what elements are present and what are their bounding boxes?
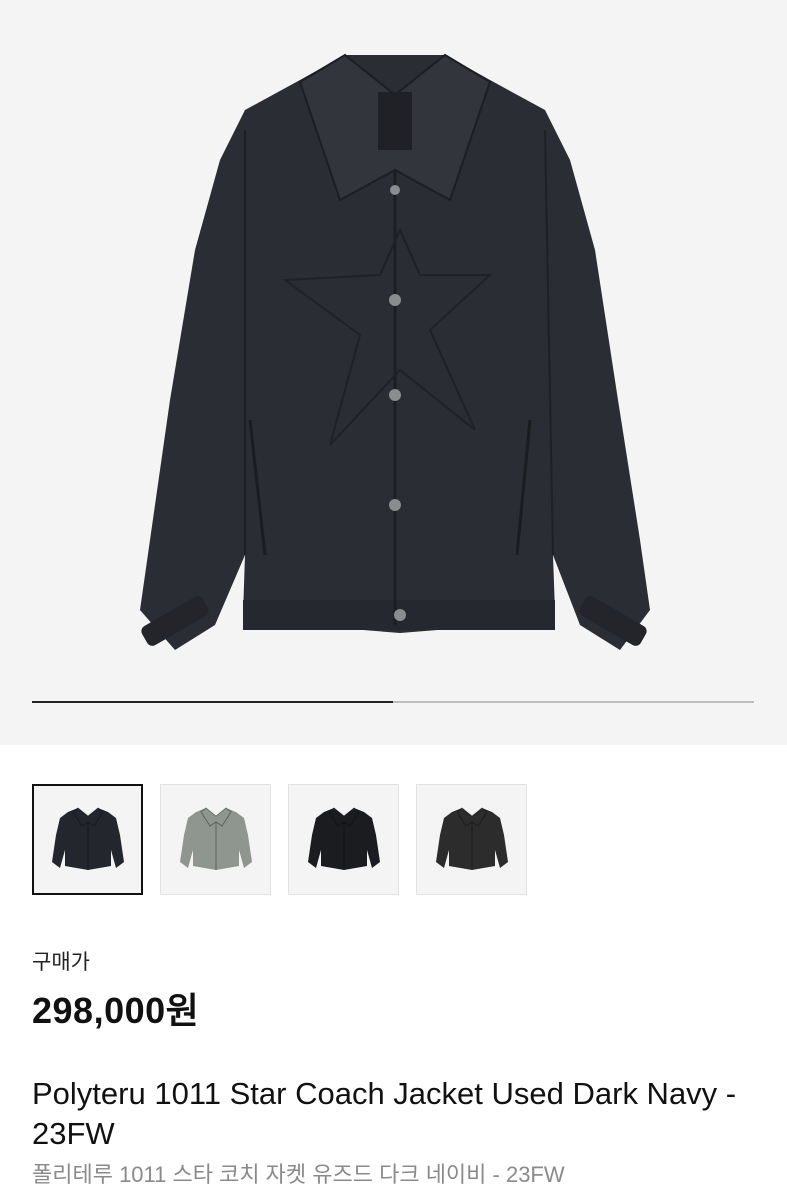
- jacket-thumbnail-icon: [435, 806, 508, 870]
- thumbnail-strip: [32, 784, 527, 896]
- thumb-black[interactable]: [288, 784, 399, 895]
- gallery-progress: [32, 701, 754, 703]
- jacket-thumbnail-icon: [179, 806, 252, 870]
- thumb-dark-navy[interactable]: [32, 784, 143, 895]
- thumb-charcoal[interactable]: [416, 784, 527, 895]
- thumb-grey[interactable]: [160, 784, 271, 895]
- jacket-thumbnail-icon: [307, 806, 380, 870]
- jacket-thumbnail-icon: [51, 806, 124, 870]
- gallery-progress-fill: [32, 701, 393, 703]
- price-label: 구매가: [32, 951, 90, 974]
- product-image[interactable]: [0, 0, 787, 745]
- product-title: Polyteru 1011 Star Coach Jacket Used Dar…: [32, 1076, 737, 1151]
- jacket-illustration: [140, 53, 650, 650]
- price: 298,000원: [32, 990, 200, 1031]
- product-subtitle: 폴리테루 1011 스타 코치 자켓 유즈드 다크 네이비 - 23FW: [32, 1162, 565, 1187]
